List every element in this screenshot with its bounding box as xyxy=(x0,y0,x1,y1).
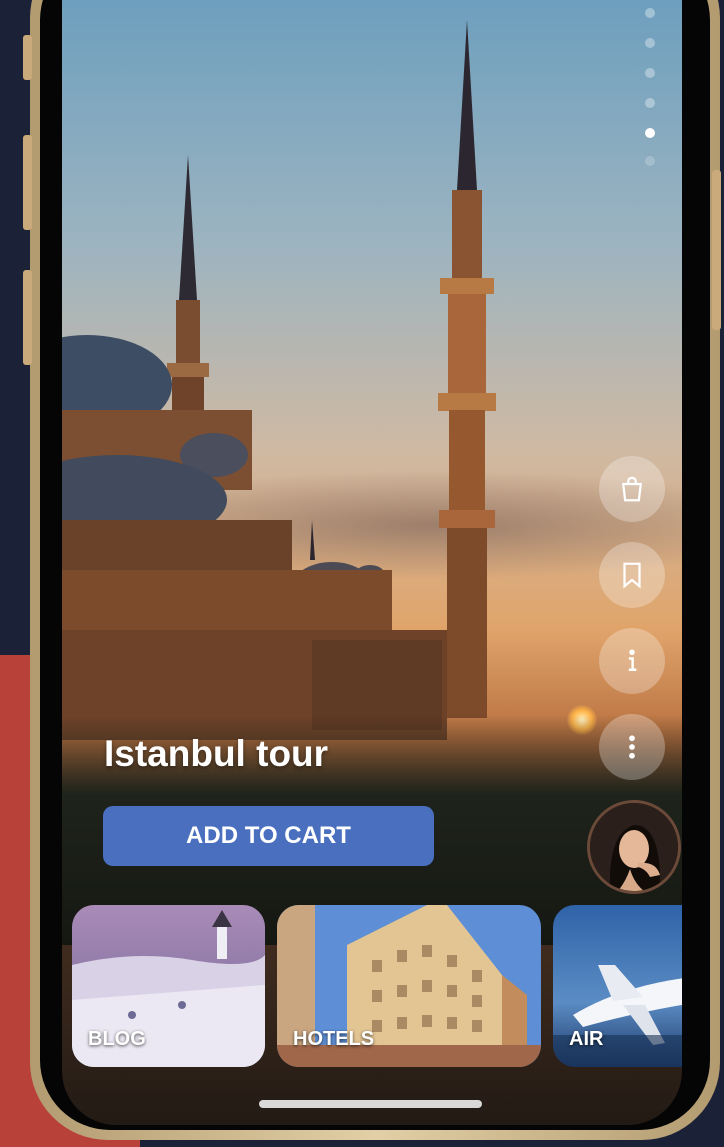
home-indicator[interactable] xyxy=(259,1100,482,1108)
slide-dot[interactable] xyxy=(645,98,655,108)
volume-down-button[interactable] xyxy=(23,270,32,365)
category-label: AIR xyxy=(569,1028,604,1050)
add-to-cart-button[interactable]: ADD TO CART xyxy=(103,806,434,866)
mosque-illustration xyxy=(62,20,496,740)
shopping-bag-icon xyxy=(621,476,643,502)
cart-action-button[interactable] xyxy=(599,456,665,522)
tour-title: Istanbul tour xyxy=(104,733,329,774)
slide-dot[interactable] xyxy=(645,8,655,18)
category-card-blog[interactable]: BLOG xyxy=(72,905,265,1067)
slide-dot[interactable] xyxy=(645,38,655,48)
bookmark-action-button[interactable] xyxy=(599,542,665,608)
category-card-hotels[interactable]: HOTELS xyxy=(277,905,541,1067)
more-vertical-icon xyxy=(629,735,635,759)
volume-up-button[interactable] xyxy=(23,135,32,230)
app-screen: Istanbul tour ADD TO CART BLOG HOTELS AI… xyxy=(62,0,682,1125)
bookmark-icon xyxy=(623,562,641,589)
category-label: BLOG xyxy=(88,1028,146,1050)
avatar-portrait xyxy=(590,803,678,891)
slide-dot[interactable] xyxy=(645,156,655,166)
profile-avatar[interactable] xyxy=(587,800,681,894)
slide-dot[interactable] xyxy=(645,68,655,78)
category-card-air[interactable]: AIR xyxy=(553,905,682,1067)
more-action-button[interactable] xyxy=(599,714,665,780)
power-button[interactable] xyxy=(712,170,721,330)
info-action-button[interactable] xyxy=(599,628,665,694)
category-label: HOTELS xyxy=(293,1028,375,1050)
slide-dot-active[interactable] xyxy=(645,128,655,138)
info-icon xyxy=(628,649,637,671)
mute-switch[interactable] xyxy=(23,35,32,80)
